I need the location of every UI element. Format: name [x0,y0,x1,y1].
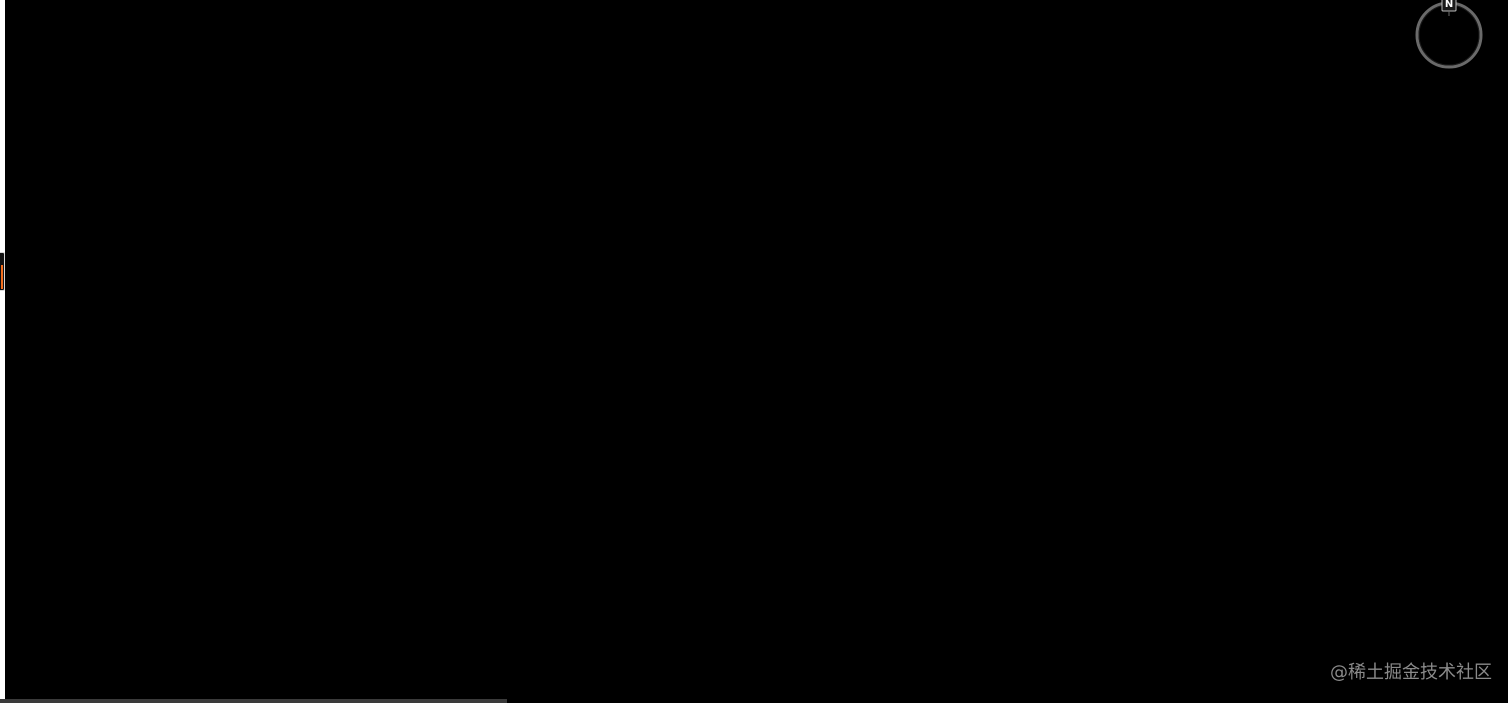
watermark-text: @稀土掘金技术社区 [1330,662,1492,683]
left-panel-handle[interactable] [0,252,5,291]
right-edge-strip [1508,0,1512,703]
app-window: N @稀土掘金技术社区 [0,0,1512,703]
compass-control[interactable]: N [1415,0,1483,70]
map-viewport[interactable] [5,0,1508,703]
horizontal-scrollbar[interactable] [0,699,507,703]
compass-north-label: N [1444,0,1454,10]
